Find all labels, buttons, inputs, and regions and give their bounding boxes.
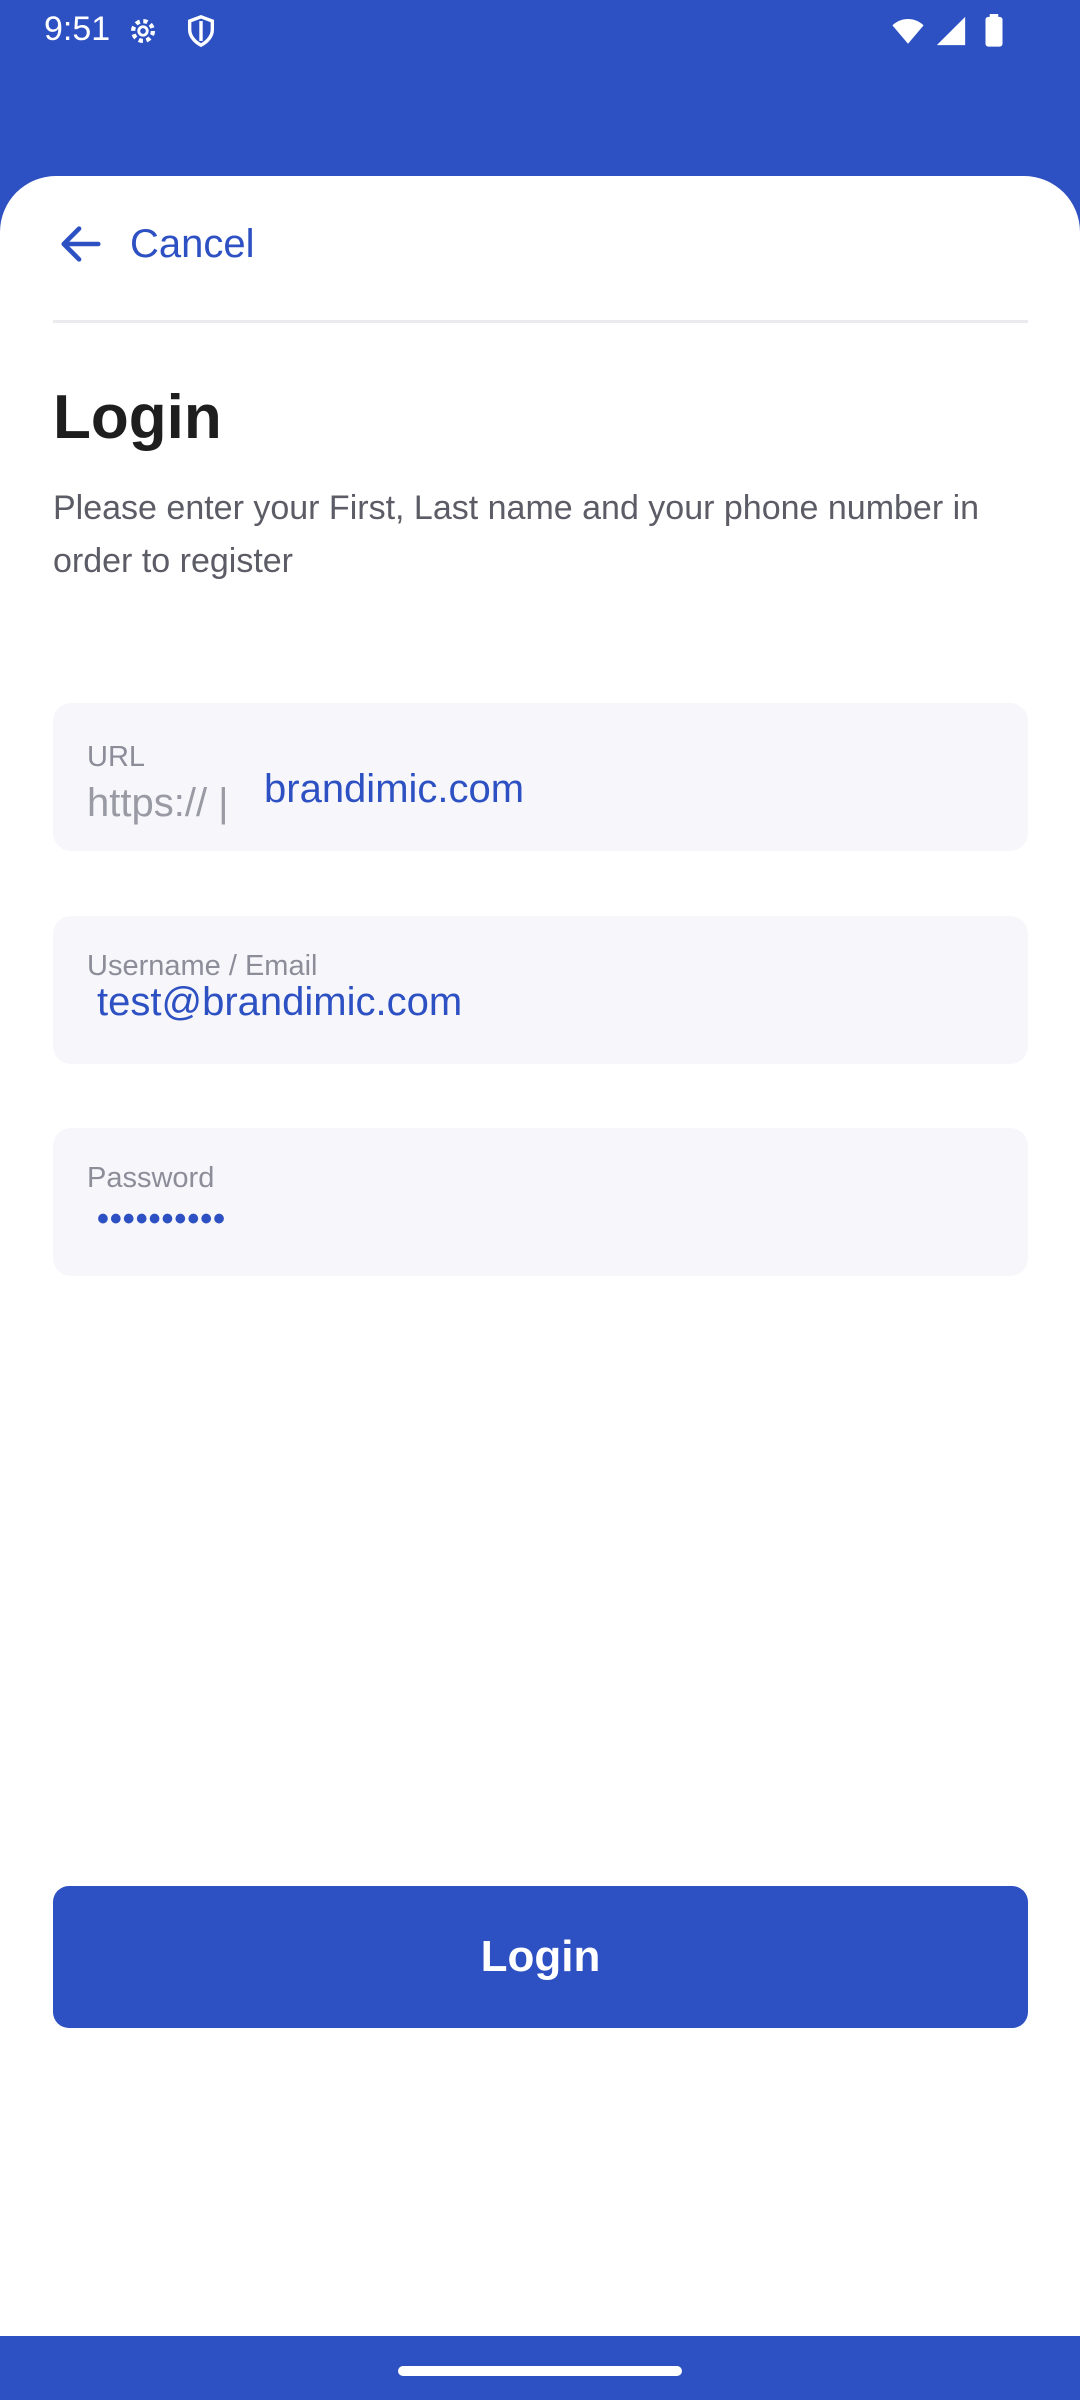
home-indicator[interactable] [398,2366,682,2376]
url-field[interactable]: URL https:// | brandimic.com [53,703,1028,851]
cancel-button[interactable]: Cancel [130,222,255,267]
login-button[interactable]: Login [53,1886,1028,2028]
status-time: 9:51 [44,10,111,48]
settings-icon [130,18,156,44]
url-input[interactable]: brandimic.com [264,767,524,812]
navigation-bar [0,2336,1080,2400]
username-input[interactable]: test@brandimic.com [97,980,462,1025]
wifi-icon [892,18,924,44]
password-field[interactable]: Password •••••••••• [53,1128,1028,1276]
url-label: URL [87,741,146,773]
battery-icon [985,14,1003,47]
username-label: Username / Email [87,950,318,982]
page-subtitle: Please enter your First, Last name and y… [53,489,980,580]
url-prefix: https:// | [87,781,229,825]
username-field[interactable]: Username / Email test@brandimic.com [53,916,1028,1064]
page-title: Login [53,383,222,452]
divider [53,320,1028,323]
status-bar: 9:51 [0,0,1080,62]
arrow-left-icon[interactable] [58,221,104,267]
password-input[interactable]: •••••••••• [97,1200,226,1239]
password-label: Password [87,1162,215,1194]
top-bar: Cancel [0,176,1080,322]
signal-icon [936,16,966,46]
shield-icon [187,15,215,48]
